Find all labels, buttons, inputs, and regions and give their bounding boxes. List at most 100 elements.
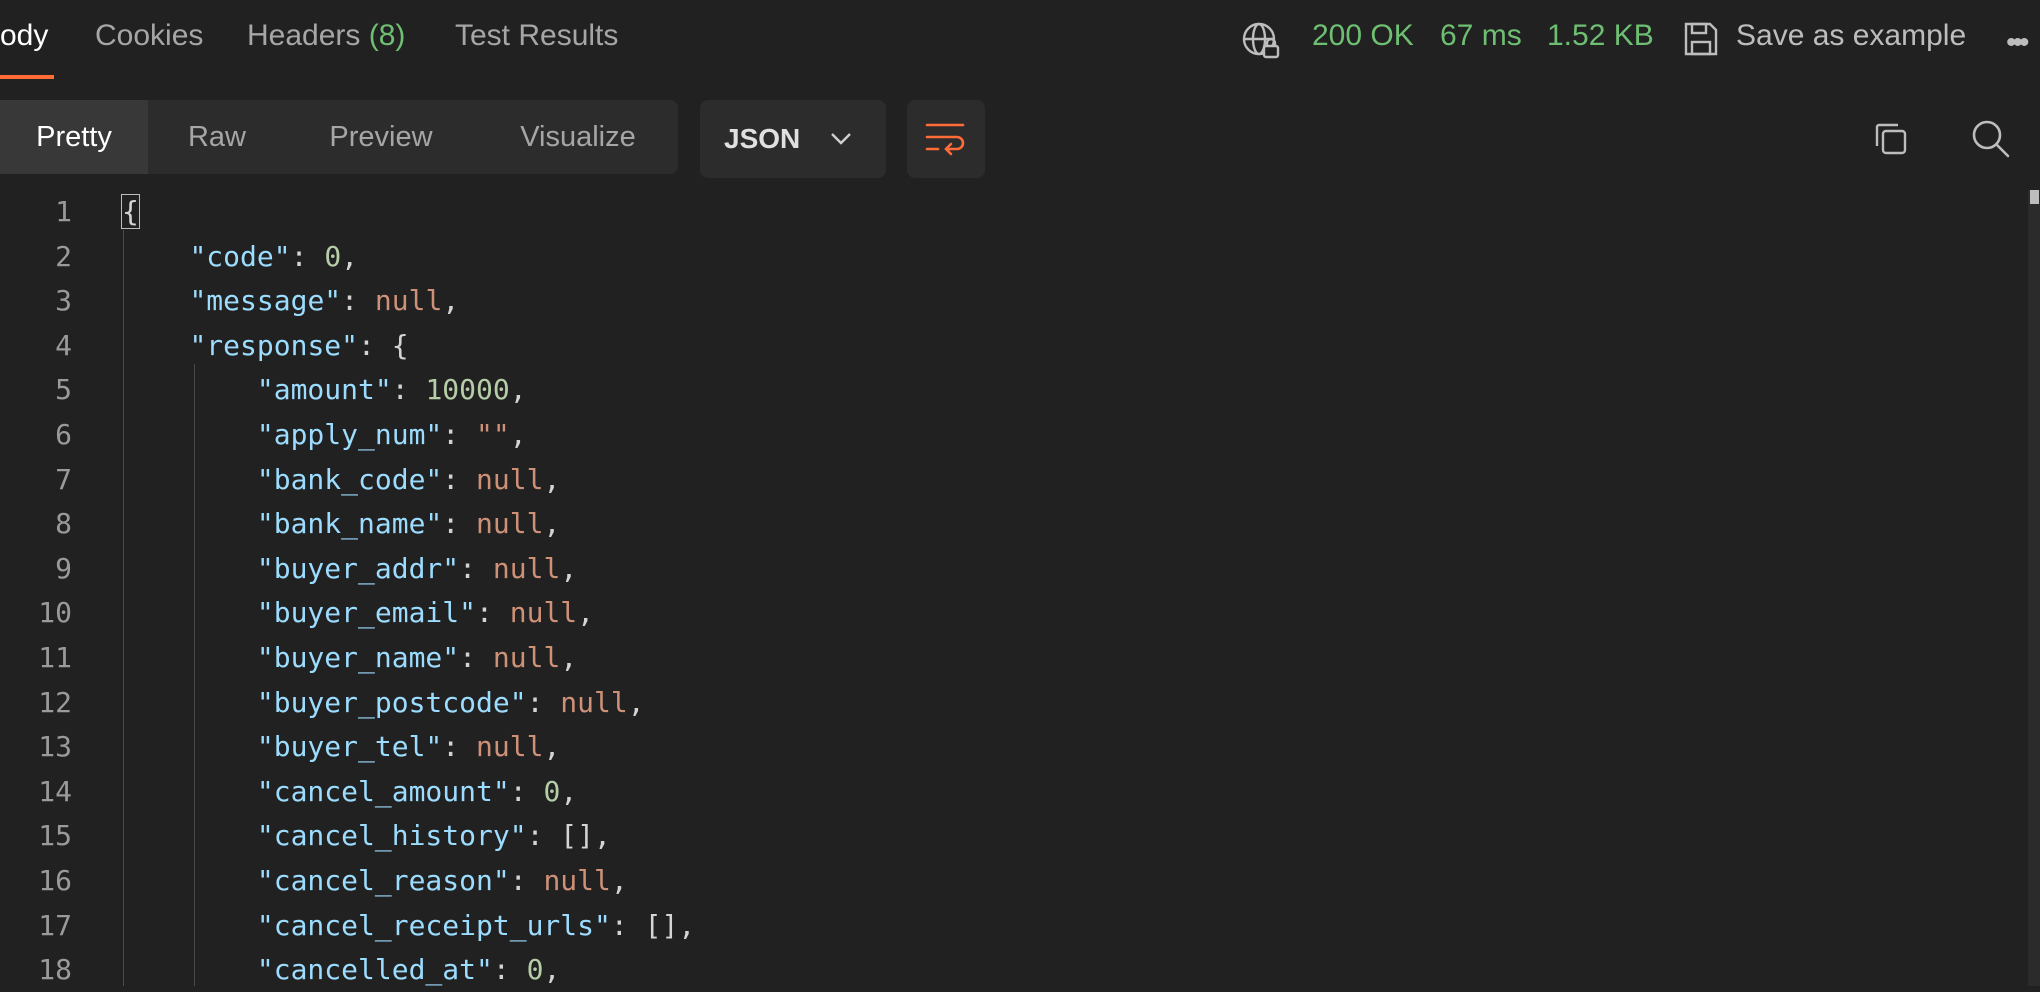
editor-scrollbar[interactable] (2028, 190, 2040, 986)
code-text: "buyer_email": null, (256, 596, 595, 630)
json-key: "cancel_receipt_urls" (256, 908, 611, 942)
format-label: JSON (724, 123, 801, 154)
tab-headers[interactable]: Headers (8) (247, 19, 405, 53)
line-number: 1 (55, 195, 72, 228)
tab-body-label: ody (0, 19, 49, 52)
code-text: "apply_num": "", (256, 418, 527, 451)
json-value: 10000 (425, 373, 510, 407)
response-tab-bar: ody Cookies Headers (8) Test Results 200… (0, 0, 2040, 80)
json-key: "code" (189, 239, 291, 273)
json-value: null (509, 596, 578, 630)
tab-headers-label: Headers (247, 19, 361, 52)
line-number: 12 (38, 685, 72, 719)
code-line: 14 "cancel_amount": 0, (0, 770, 2020, 814)
code-line: 11 "buyer_name": null, (0, 636, 2020, 680)
line-number: 3 (55, 284, 72, 318)
code-line: 1{ (0, 190, 2020, 234)
format-dropdown[interactable]: JSON (700, 100, 886, 178)
code-text: "buyer_name": null, (256, 641, 578, 674)
code-text: "response": { (189, 328, 409, 362)
json-key: "buyer_postcode" (256, 685, 527, 719)
json-value: null (492, 641, 561, 674)
code-text: "buyer_postcode": null, (256, 685, 645, 719)
tab-body[interactable]: ody (0, 19, 48, 53)
view-mode-visualize[interactable]: Visualize (500, 100, 656, 174)
save-as-example-button[interactable]: Save as example (1736, 19, 1966, 53)
json-key: "buyer_addr" (256, 551, 460, 585)
wrap-lines-icon (925, 120, 967, 163)
json-value: 0 (324, 239, 342, 273)
json-value: null (476, 462, 544, 496)
response-size: 1.52 KB (1547, 19, 1654, 52)
json-value: [] (644, 908, 679, 942)
view-mode-preview[interactable]: Preview (306, 100, 456, 174)
code-line: 15 "cancel_history": [], (0, 814, 2020, 858)
json-key: "bank_name" (256, 507, 443, 541)
more-options-icon[interactable]: ••• (2006, 26, 2029, 60)
line-number: 15 (38, 819, 72, 853)
wrap-lines-button[interactable] (907, 100, 985, 178)
json-key: "buyer_tel" (256, 730, 443, 764)
code-text: "bank_code": null, (256, 462, 561, 496)
tab-test-results-label: Test Results (455, 19, 619, 52)
line-number: 8 (55, 507, 72, 541)
json-key: "response" (189, 328, 359, 362)
code-text: { (121, 190, 140, 234)
save-icon[interactable] (1682, 20, 1720, 63)
code-line: 5 "amount": 10000, (0, 368, 2020, 412)
line-number: 13 (38, 730, 72, 764)
tab-test-results[interactable]: Test Results (455, 19, 618, 53)
code-text: "message": null, (189, 284, 460, 318)
code-text: "buyer_tel": null, (256, 730, 561, 764)
json-key: "cancel_history" (256, 819, 527, 853)
json-value: [] (560, 819, 595, 853)
json-value: "" (476, 418, 510, 451)
code-line: 7 "bank_code": null, (0, 458, 2020, 502)
line-number: 2 (55, 239, 72, 273)
code-text: "cancelled_at": 0, (256, 953, 561, 987)
code-line: 3 "message": null, (0, 279, 2020, 323)
scrollbar-thumb[interactable] (2030, 190, 2039, 204)
line-number: 4 (55, 328, 72, 362)
code-line: 8 "bank_name": null, (0, 502, 2020, 546)
view-mode-pretty[interactable]: Pretty (0, 100, 148, 174)
tab-cookies-label: Cookies (95, 19, 204, 52)
json-value: null (492, 551, 561, 585)
code-text: "buyer_addr": null, (256, 551, 578, 585)
line-number: 9 (55, 551, 72, 585)
json-value: null (476, 507, 544, 541)
json-key: "buyer_name" (256, 641, 460, 674)
json-key: "cancelled_at" (256, 953, 493, 987)
view-mode-raw[interactable]: Raw (148, 100, 286, 174)
json-key: "message" (189, 284, 342, 318)
response-body-editor[interactable]: 1{2 "code": 0, 3 "message": null, 4 "respo… (0, 190, 2040, 986)
search-icon[interactable] (1970, 118, 2012, 165)
code-line: 12 "buyer_postcode": null, (0, 681, 2020, 725)
code-text: "code": 0, (189, 239, 359, 273)
matched-brace: { (121, 194, 140, 229)
json-value: null (560, 685, 628, 719)
json-value: null (543, 864, 611, 897)
json-key: "amount" (256, 373, 392, 407)
indent-guide (194, 364, 195, 986)
tab-cookies[interactable]: Cookies (95, 19, 203, 53)
code-line: 4 "response": { (0, 324, 2020, 368)
globe-lock-icon[interactable] (1240, 20, 1282, 67)
code-line: 2 "code": 0, (0, 235, 2020, 279)
line-number: 7 (55, 462, 72, 496)
json-value: null (476, 730, 544, 764)
line-number: 5 (55, 373, 72, 407)
json-key: "buyer_email" (256, 596, 477, 630)
code-line: 18 "cancelled_at": 0, (0, 948, 2020, 992)
line-number: 6 (55, 418, 72, 451)
code-line: 16 "cancel_reason": null, (0, 859, 2020, 903)
line-number: 16 (38, 864, 72, 897)
json-value: null (374, 284, 443, 318)
code-line: 6 "apply_num": "", (0, 413, 2020, 457)
json-key: "cancel_amount" (256, 774, 510, 808)
code-text: "cancel_reason": null, (256, 864, 628, 897)
copy-icon[interactable] (1872, 120, 1910, 163)
line-number: 10 (38, 596, 72, 630)
json-value: 0 (526, 953, 544, 987)
code-line: 13 "buyer_tel": null, (0, 725, 2020, 769)
